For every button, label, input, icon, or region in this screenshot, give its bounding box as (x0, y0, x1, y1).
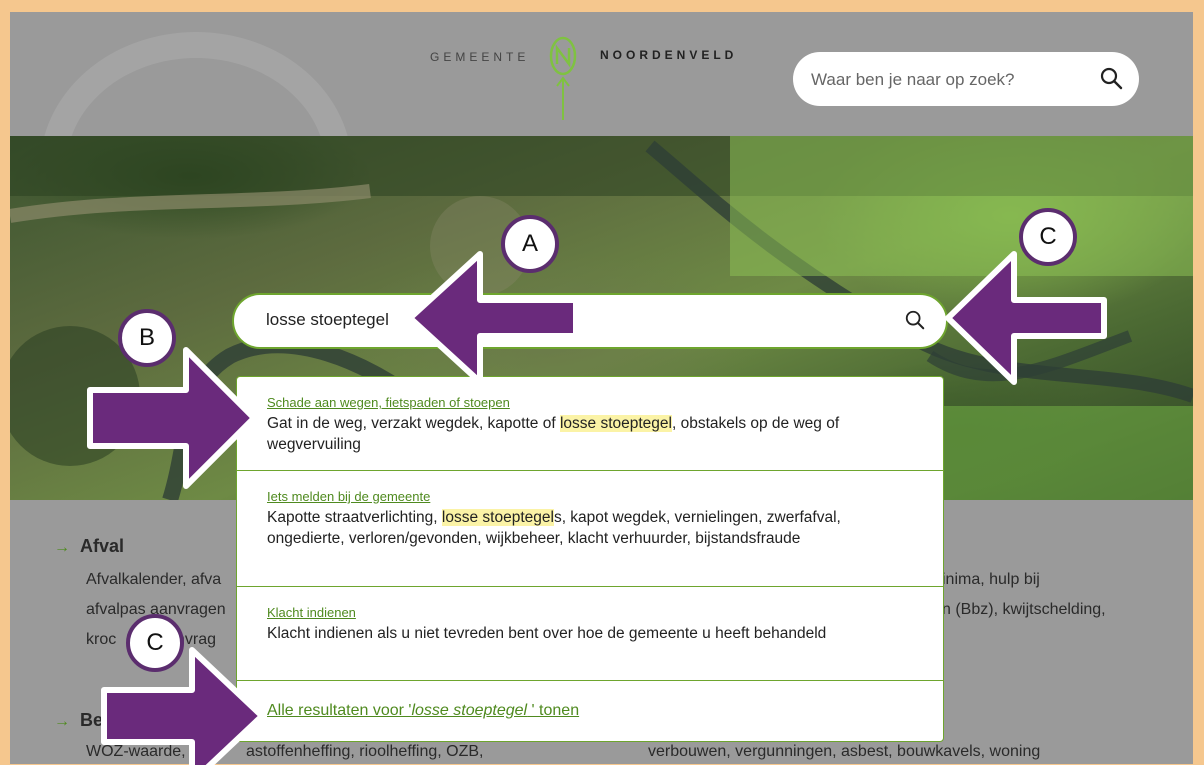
arrow-b (87, 347, 257, 489)
arrow-c-bottom (101, 647, 265, 765)
arrow-a (407, 251, 579, 385)
arrow-c-top (945, 251, 1107, 385)
annotation-badge-c-top: C (1019, 208, 1077, 266)
annotation-badge-c-bottom: C (126, 614, 184, 672)
annotation-badge-a: A (501, 215, 559, 273)
annotation-badge-b: B (118, 309, 176, 367)
